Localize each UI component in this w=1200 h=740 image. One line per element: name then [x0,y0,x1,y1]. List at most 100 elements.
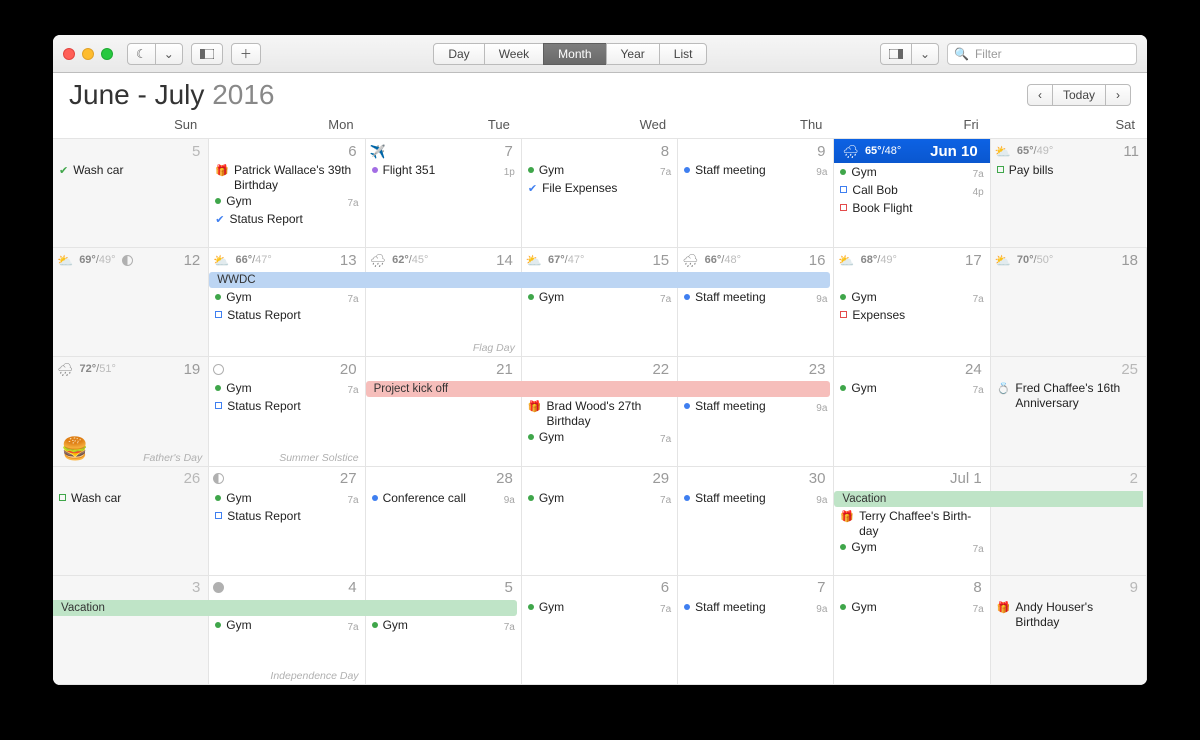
multi-day-event[interactable]: Project kick off [366,381,830,397]
day-cell[interactable]: 24Gym7a [834,357,990,466]
day-cell[interactable]: 7Staff meeting9a [678,576,834,685]
event-item[interactable]: Staff meeting9a [682,399,829,416]
day-cell[interactable]: ⛅67°/47°15Gym7a [522,248,678,357]
event-item[interactable]: Gym7a [838,165,985,182]
day-cell[interactable]: 26Wash car [53,467,209,576]
day-cell[interactable]: 5✔Wash car [53,139,209,248]
day-cell[interactable]: 5Gym7a [366,576,522,685]
day-cell[interactable]: 🌧65°/48°Jun 10Gym7aCall Bob4pBook Flight [834,139,990,248]
multi-day-event[interactable]: WWDC [209,272,830,288]
day-cell[interactable]: ✈️7Flight 3511p [366,139,522,248]
day-cell[interactable]: 🌧72°/51°19Father's Day🍔 [53,357,209,466]
event-item[interactable]: Wash car [57,491,204,506]
day-cell[interactable]: Jul 1🎁Terry Chaffee's Birth­dayGym7a [834,467,990,576]
event-item[interactable]: 💍Fred Chaffee's 16th Anniversary [995,381,1142,411]
day-cell[interactable]: 25💍Fred Chaffee's 16th Anniversary [991,357,1147,466]
night-mode-dropdown[interactable]: ⌄ [155,43,183,65]
events-list: Staff meeting9a [682,163,829,180]
event-item[interactable]: Gym7a [526,163,673,180]
event-item[interactable]: Status Report [213,308,360,323]
day-cell[interactable]: 28Conference call9a [366,467,522,576]
day-cell[interactable]: 21 [366,357,522,466]
event-item[interactable]: Staff meeting9a [682,290,829,307]
view-month[interactable]: Month [543,43,606,65]
event-item[interactable]: 🎁Andy Houser's Birthday [995,600,1142,630]
event-item[interactable]: Flight 3511p [370,163,517,180]
event-item[interactable]: ✔File Expenses [526,181,673,197]
day-cell[interactable]: 29Gym7a [522,467,678,576]
event-dot-icon [528,604,534,610]
next-month-button[interactable]: › [1105,84,1131,106]
event-item[interactable]: Gym7a [526,290,673,307]
event-item[interactable]: ✔Status Report [213,212,360,228]
multi-day-event[interactable]: Vacation [834,491,1142,507]
event-item[interactable]: 🎁Patrick Wallace's 39th Birthday [213,163,360,193]
day-cell[interactable]: ⛅69°/49°12 [53,248,209,357]
zoom-window-button[interactable] [101,48,113,60]
day-cell[interactable]: 8Gym7a [834,576,990,685]
event-item[interactable]: Gym7a [838,540,985,557]
layout-dropdown[interactable]: ⌄ [911,43,939,65]
event-item[interactable]: Status Report [213,509,360,524]
day-cell[interactable]: ⛅70°/50°18 [991,248,1147,357]
day-cell[interactable]: 27Gym7aStatus Report [209,467,365,576]
day-cell[interactable]: 23Staff meeting9a [678,357,834,466]
minimize-window-button[interactable] [82,48,94,60]
event-item[interactable]: Gym7a [526,430,673,447]
multi-day-event[interactable]: Vacation [53,600,517,616]
view-week[interactable]: Week [484,43,544,65]
event-item[interactable]: Gym7a [213,618,360,635]
event-item[interactable]: Gym7a [526,491,673,508]
event-item[interactable]: Staff meeting9a [682,491,829,508]
event-item[interactable]: Gym7a [213,381,360,398]
event-item[interactable]: 🎁Brad Wood's 27th Birthday [526,399,673,429]
day-cell[interactable]: 9🎁Andy Houser's Birthday [991,576,1147,685]
event-item[interactable]: Staff meeting9a [682,600,829,617]
event-item[interactable]: Gym7a [838,381,985,398]
event-item[interactable]: Pay bills [995,163,1143,178]
day-cell[interactable]: 8Gym7a✔File Expenses [522,139,678,248]
event-item[interactable]: ✔Wash car [57,163,204,179]
prev-month-button[interactable]: ‹ [1027,84,1053,106]
day-cell[interactable]: 6🎁Patrick Wallace's 39th BirthdayGym7a✔S… [209,139,365,248]
day-cell[interactable]: 20Gym7aStatus ReportSummer Solstice [209,357,365,466]
day-cell[interactable]: 6 Gym7a [522,576,678,685]
event-item[interactable]: Expenses [838,308,985,323]
event-item[interactable]: Gym7a [838,290,985,307]
event-item[interactable]: Gym7a [213,194,360,211]
day-cell[interactable]: 9Staff meeting9a [678,139,834,248]
weekday-label: Wed [522,113,678,138]
day-cell[interactable]: ⛅65°/49°11Pay bills [991,139,1147,248]
event-item[interactable]: Gym7a [213,290,360,307]
add-event-button[interactable]: ＋ [231,43,261,65]
day-cell[interactable]: 30Staff meeting9a [678,467,834,576]
night-mode-button[interactable]: ☾ [127,43,156,65]
event-item[interactable]: Gym7a [213,491,360,508]
view-day[interactable]: Day [433,43,484,65]
event-item[interactable]: 🎁Terry Chaffee's Birth­day [838,509,985,539]
today-button[interactable]: Today [1052,84,1106,106]
day-cell[interactable]: 22🎁Brad Wood's 27th BirthdayGym7a [522,357,678,466]
event-item[interactable]: Conference call9a [370,491,517,508]
view-year[interactable]: Year [606,43,660,65]
event-item[interactable]: Book Flight [838,201,985,216]
day-cell[interactable]: ⛅68°/49°17Gym7aExpenses [834,248,990,357]
day-cell[interactable]: 3 [53,576,209,685]
event-item[interactable]: Call Bob4p [838,183,985,200]
day-cell[interactable]: 2 [991,467,1147,576]
event-item[interactable]: Gym7a [370,618,517,635]
toggle-sidebar-button[interactable] [191,43,223,65]
view-list[interactable]: List [659,43,708,65]
layout-button[interactable] [880,43,912,65]
search-field[interactable]: 🔍 Filter [947,43,1137,65]
event-item[interactable]: Gym7a [526,600,673,617]
day-cell[interactable]: 🌧66°/48°16Staff meeting9a [678,248,834,357]
event-item[interactable]: Gym7a [838,600,985,617]
event-item[interactable]: Status Report [213,399,360,414]
event-item[interactable]: Staff meeting9a [682,163,829,180]
close-window-button[interactable] [63,48,75,60]
day-cell[interactable]: 4Gym7aIndependence Day [209,576,365,685]
day-cell[interactable]: ⛅66°/47°13Gym7aStatus Report [209,248,365,357]
day-number: 6 [661,579,673,596]
day-cell[interactable]: 🌧62°/45°14Flag Day [366,248,522,357]
